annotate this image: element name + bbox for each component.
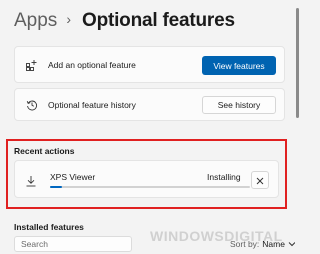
history-icon xyxy=(25,98,39,112)
sort-dropdown[interactable]: Sort by: Name xyxy=(230,239,296,249)
cancel-install-button[interactable] xyxy=(251,171,269,189)
feature-history-card[interactable]: Optional feature history See history xyxy=(14,88,285,121)
recent-action-item: XPS Viewer Installing xyxy=(14,160,279,198)
add-feature-card: Add an optional feature View features xyxy=(14,46,285,83)
add-apps-icon xyxy=(25,58,39,72)
see-history-button[interactable]: See history xyxy=(202,96,276,114)
breadcrumb-apps-link[interactable]: Apps xyxy=(14,10,57,32)
install-progress-fill xyxy=(50,186,62,188)
recent-item-status: Installing xyxy=(207,172,241,182)
breadcrumb: Apps › Optional features xyxy=(14,10,235,32)
recent-item-name: XPS Viewer xyxy=(50,172,96,182)
page-title: Optional features xyxy=(81,10,235,31)
scrollbar[interactable] xyxy=(295,0,300,254)
sort-value: Name xyxy=(262,239,285,249)
installed-features-title: Installed features xyxy=(14,222,84,232)
recent-actions-title: Recent actions xyxy=(14,146,75,156)
search-input[interactable] xyxy=(14,236,132,252)
download-icon xyxy=(25,174,37,187)
breadcrumb-separator: › xyxy=(66,11,71,27)
close-icon xyxy=(256,173,264,188)
sort-label: Sort by: xyxy=(230,239,260,249)
scrollbar-thumb[interactable] xyxy=(296,8,299,118)
install-progress-bar xyxy=(50,186,250,188)
view-features-button[interactable]: View features xyxy=(202,56,276,75)
